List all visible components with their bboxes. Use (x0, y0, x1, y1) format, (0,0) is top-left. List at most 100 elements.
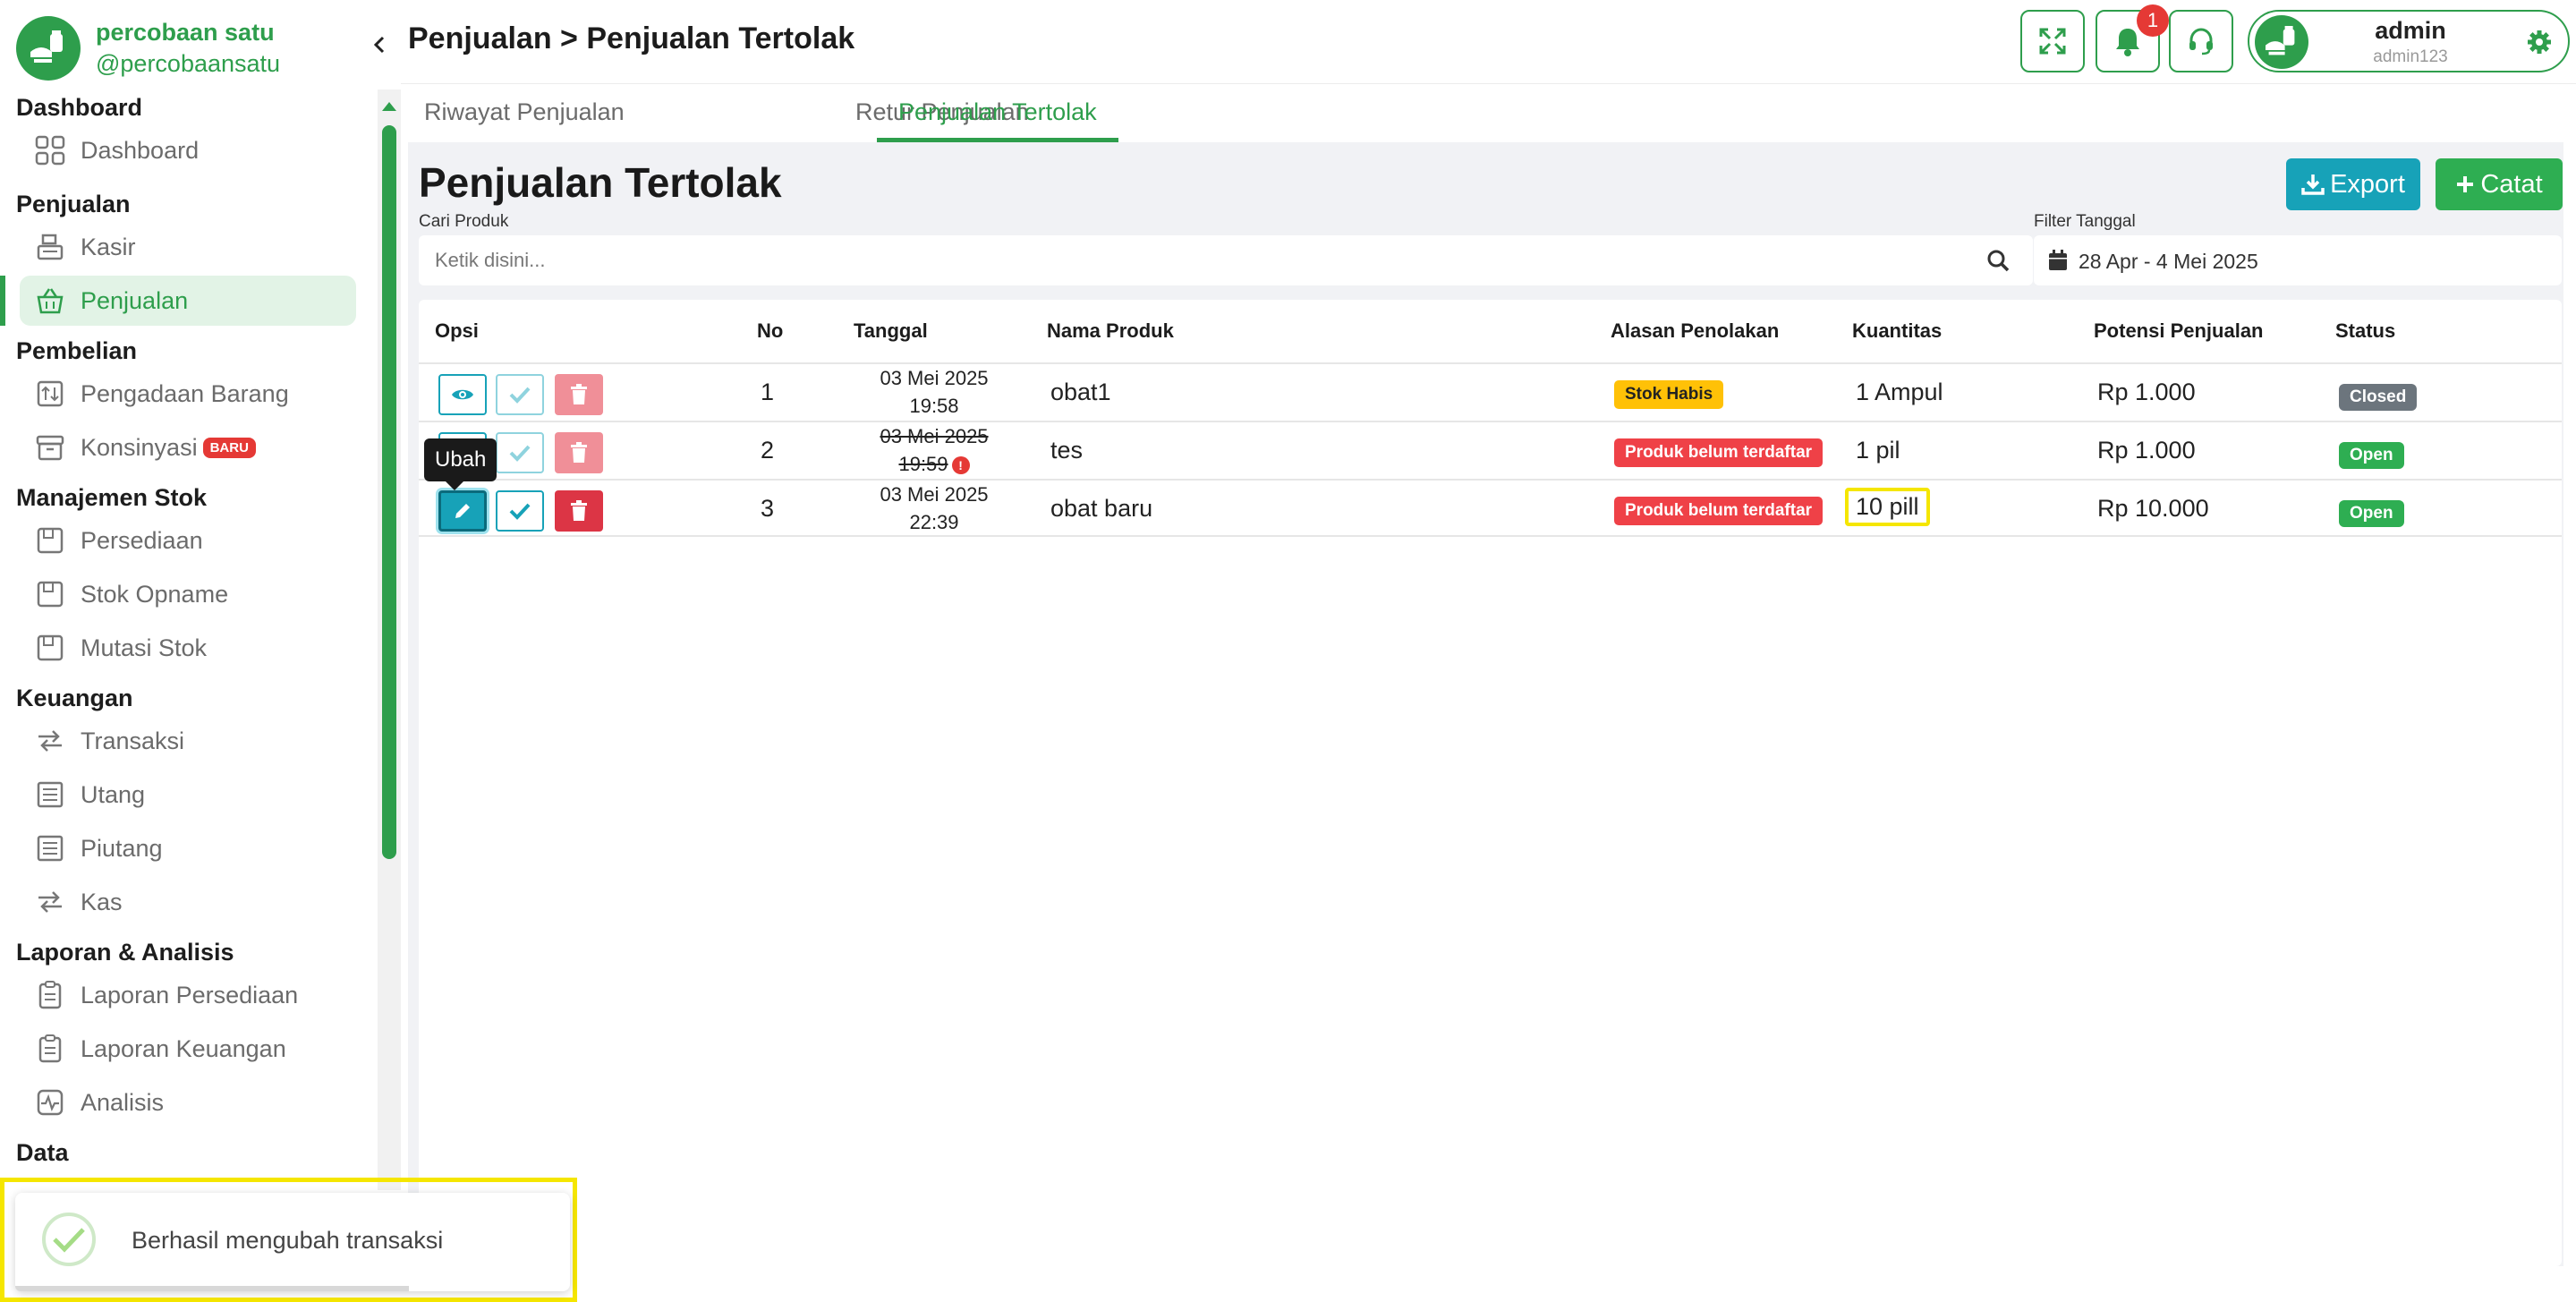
sidebar-item-penjualan[interactable]: Penjualan (0, 276, 356, 326)
collapse-sidebar-button[interactable] (367, 32, 392, 57)
sidebar-item-label: Persediaan (81, 526, 203, 554)
sidebar-item-analisis[interactable]: Analisis (20, 1077, 356, 1128)
column-header-opsi: Opsi (435, 319, 479, 342)
sidebar-item-utang[interactable]: Utang (20, 770, 356, 820)
search-input[interactable] (435, 235, 1956, 285)
support-button[interactable] (2169, 10, 2233, 72)
sidebar-item-label: Pengadaan Barang (81, 379, 289, 407)
product-name: obat baru (1050, 495, 1153, 522)
basket-icon (34, 285, 66, 317)
store-handle: @percobaansatu (96, 49, 281, 77)
gear-icon[interactable] (2527, 30, 2552, 59)
grid-icon (34, 134, 66, 166)
avatar (2255, 15, 2308, 69)
sidebar-item-transaksi[interactable]: Transaksi (20, 716, 356, 766)
table-row: 1 03 Mei 2025 19:58 obat1 Stok Habis 1 A… (419, 362, 2562, 421)
edit-tooltip: Ubah (424, 438, 497, 490)
sidebar-item-laporan-persediaan[interactable]: Laporan Persediaan (20, 970, 356, 1020)
notifications-button[interactable]: 1 (2096, 4, 2169, 72)
search-icon[interactable] (1986, 249, 2010, 277)
catat-button[interactable]: Catat (2436, 158, 2563, 210)
tab-penjualan-tertolak[interactable]: Penjualan Tertolak (877, 85, 1118, 142)
toast-message: Berhasil mengubah transaksi (132, 1227, 444, 1254)
success-toast[interactable]: Berhasil mengubah transaksi (15, 1193, 570, 1291)
date-filter-field[interactable]: 28 Apr - 4 Mei 2025 (2034, 235, 2562, 285)
delete-button[interactable] (555, 432, 603, 473)
nav-section-manajemen-stok: Manajemen Stok (16, 484, 208, 511)
rejection-reason-badge: Produk belum terdaftar (1614, 497, 1824, 525)
pencil-icon (455, 504, 470, 518)
approve-button[interactable] (496, 374, 544, 415)
sidebar-item-persediaan[interactable]: Persediaan (20, 515, 356, 566)
date-text: 03 Mei 2025 (880, 425, 989, 447)
potential-sales: Rp 1.000 (2097, 379, 2196, 405)
sidebar-item-konsinyasi[interactable]: Konsinyasi BARU (20, 422, 356, 472)
clipboard-icon (34, 1033, 66, 1065)
tab-riwayat-penjualan[interactable]: Riwayat Penjualan (403, 85, 646, 142)
table-row: 3 03 Mei 2025 22:39 obat baru Produk bel… (419, 479, 2562, 537)
warning-icon[interactable]: ! (951, 456, 970, 475)
sidebar-item-pengadaan-barang[interactable]: Pengadaan Barang (20, 369, 356, 419)
potential-sales: Rp 10.000 (2097, 495, 2209, 522)
sidebar-item-label: Dashboard (81, 136, 200, 164)
success-check-icon (42, 1213, 96, 1266)
delete-button[interactable] (555, 374, 603, 415)
procurement-icon (34, 378, 66, 410)
fullscreen-button[interactable] (2020, 10, 2085, 72)
sidebar-item-kasir[interactable]: Kasir (20, 222, 356, 272)
exchange-icon (34, 886, 66, 918)
row-date: 03 Mei 2025 19:58 (854, 364, 1015, 420)
rejected-sales-table: Opsi No Tanggal Nama Produk Alasan Penol… (419, 300, 2562, 1266)
eye-icon (452, 389, 473, 400)
column-header-no: No (757, 319, 784, 342)
scrollbar-thumb[interactable] (382, 125, 396, 859)
sidebar-item-mutasi-stok[interactable]: Mutasi Stok (20, 623, 356, 673)
sidebar-item-label: Konsinyasi (81, 433, 198, 461)
sidebar-item-label: Piutang (81, 834, 163, 862)
delete-button[interactable] (555, 490, 603, 532)
sidebar-item-stok-opname[interactable]: Stok Opname (20, 569, 356, 619)
table-row: 2 03 Mei 2025 19:59! tes Produk belum te… (419, 421, 2562, 479)
edit-button[interactable] (438, 490, 487, 532)
sidebar-item-label: Kasir (81, 233, 136, 260)
product-name: obat1 (1050, 379, 1111, 405)
sidebar-item-piutang[interactable]: Piutang (20, 823, 356, 873)
ledger-icon (34, 779, 66, 811)
sidebar: percobaan satu @percobaansatu Dashboard … (0, 0, 385, 1302)
user-menu[interactable]: admin admin123 (2248, 10, 2570, 72)
search-field[interactable] (419, 235, 2033, 285)
status-badge: Open (2339, 442, 2404, 469)
sidebar-nav: Dashboard Dashboard Penjualan Kasir Penj… (0, 89, 367, 1170)
nav-section-keuangan: Keuangan (16, 685, 133, 711)
status-badge: Closed (2339, 384, 2418, 411)
sidebar-item-label: Penjualan (81, 286, 189, 314)
column-header-tanggal: Tanggal (854, 319, 928, 342)
sidebar-item-label: Mutasi Stok (81, 634, 208, 661)
sidebar-item-dashboard[interactable]: Dashboard (20, 125, 356, 175)
sidebar-item-label: Laporan Keuangan (81, 1034, 286, 1062)
archive-box-icon (34, 431, 66, 464)
quantity: 1 Ampul (1856, 379, 1943, 405)
sidebar-item-laporan-keuangan[interactable]: Laporan Keuangan (20, 1024, 356, 1074)
sidebar-item-label: Stok Opname (81, 580, 229, 608)
sidebar-item-kas[interactable]: Kas (20, 877, 356, 927)
sidebar-scrollbar[interactable] (378, 89, 401, 1190)
time-text: 22:39 (909, 511, 959, 533)
approve-button[interactable] (496, 432, 544, 473)
activity-icon (34, 1086, 66, 1119)
view-button[interactable] (438, 374, 487, 415)
row-number: 3 (761, 495, 775, 522)
export-button[interactable]: Export (2286, 158, 2420, 210)
date-range-value: 28 Apr - 4 Mei 2025 (2079, 250, 2258, 273)
column-header-nama-produk: Nama Produk (1047, 319, 1174, 342)
date-text: 03 Mei 2025 (880, 367, 989, 389)
pharmacy-logo-icon (16, 16, 81, 81)
scroll-up-arrow-icon[interactable] (382, 102, 396, 111)
cash-register-icon (34, 231, 66, 263)
column-header-kuantitas: Kuantitas (1852, 319, 1943, 342)
sidebar-item-label: Transaksi (81, 727, 185, 754)
approve-button[interactable] (496, 490, 544, 532)
row-number: 2 (761, 437, 775, 464)
brand[interactable]: percobaan satu @percobaansatu (16, 16, 280, 81)
sidebar-item-label: Kas (81, 888, 123, 915)
